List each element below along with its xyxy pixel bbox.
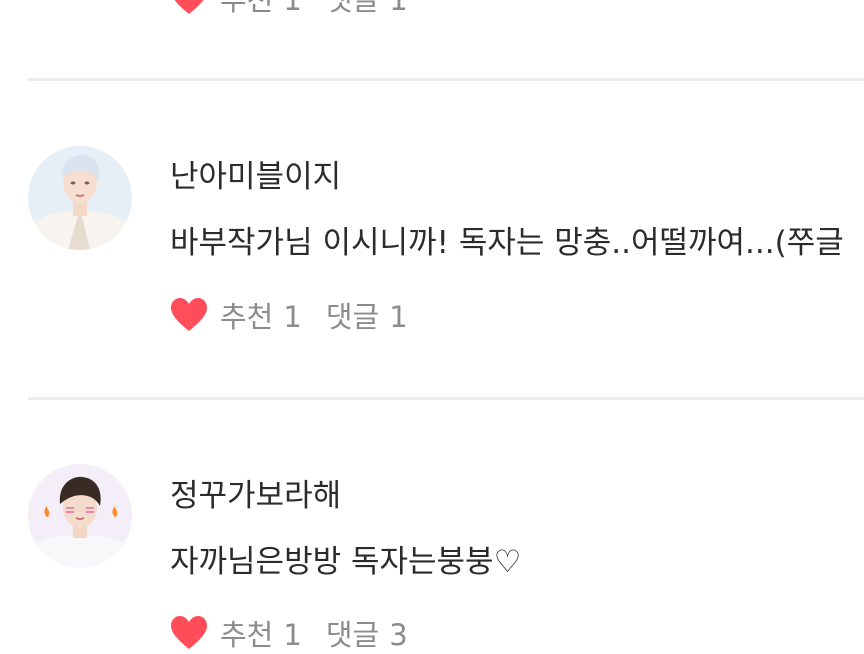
comment-item: 추천 1 댓글 1 — [0, 0, 864, 80]
comment-author[interactable]: 난아미블이지 — [170, 151, 341, 196]
avatar[interactable] — [28, 464, 132, 568]
avatar[interactable] — [28, 146, 132, 250]
like-count[interactable]: 추천 1 — [220, 0, 302, 19]
comment-text: 바부작가님 이시니까! 독자는 망충..어떨까여...(쭈글 — [170, 225, 844, 261]
heart-icon[interactable] — [170, 0, 208, 16]
comment-author[interactable]: 정꾸가보라해 — [170, 470, 341, 515]
comment-item: 정꾸가보라해 자까님은방방 독자는붕붕♡ 추천 1 댓글 3 — [0, 400, 864, 652]
comment-actions: 추천 1 댓글 1 — [170, 295, 408, 335]
comment-text: 자까님은방방 독자는붕붕♡ — [170, 544, 522, 580]
comment-actions: 추천 1 댓글 1 — [170, 0, 408, 18]
reply-count[interactable]: 댓글 1 — [326, 0, 408, 19]
comment-item: 난아미블이지 바부작가님 이시니까! 독자는 망충..어떨까여...(쭈글 추천… — [0, 80, 864, 398]
heart-icon[interactable] — [170, 615, 208, 651]
reply-count[interactable]: 댓글 1 — [326, 294, 408, 336]
like-count[interactable]: 추천 1 — [220, 294, 302, 336]
comment-actions: 추천 1 댓글 3 — [170, 613, 408, 653]
heart-icon[interactable] — [170, 297, 208, 333]
